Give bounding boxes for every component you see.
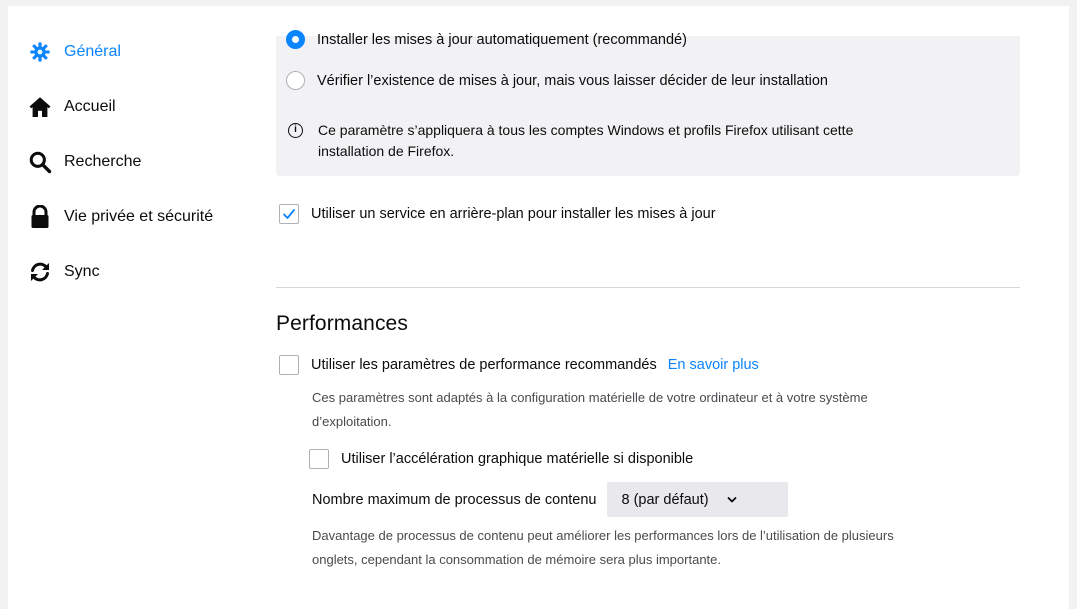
update-info-line1: Ce paramètre s’appliquera à tous les com… — [318, 122, 854, 138]
update-options-panel: Installer les mises à jour automatiqueme… — [276, 30, 1020, 176]
chevron-down-icon — [727, 496, 737, 504]
check-only-radio[interactable] — [286, 71, 305, 90]
hw-acceleration-label: Utiliser l’accélération graphique matéri… — [341, 451, 694, 467]
check-only-option[interactable]: Vérifier l’existence de mises à jour, ma… — [286, 71, 828, 90]
recommended-performance-description: Ces paramètres sont adaptés à la configu… — [312, 386, 1017, 434]
sidebar-item-label: Sync — [64, 263, 100, 280]
background-service-label: Utiliser un service en arrière-plan pour… — [311, 206, 716, 222]
sidebar-item-home[interactable]: Accueil — [28, 87, 258, 127]
sidebar-item-sync[interactable]: Sync — [28, 252, 258, 292]
background-service-checkbox[interactable] — [279, 204, 299, 224]
sync-icon — [28, 260, 52, 284]
recommended-desc-line1: Ces paramètres sont adaptés à la configu… — [312, 390, 868, 405]
sidebar-item-general[interactable]: Général — [28, 32, 258, 72]
sidebar-item-label: Accueil — [64, 98, 116, 115]
sidebar: Général Accueil Recherche Vie privée et … — [28, 32, 258, 307]
update-info-line2: installation de Firefox. — [318, 143, 455, 159]
auto-install-label: Installer les mises à jour automatiqueme… — [317, 31, 687, 48]
hw-acceleration-checkbox[interactable] — [309, 449, 329, 469]
recommended-performance-option[interactable]: Utiliser les paramètres de performance r… — [279, 355, 759, 375]
check-only-label: Vérifier l’existence de mises à jour, ma… — [317, 72, 828, 89]
checkmark-icon — [283, 209, 295, 219]
content-process-description: Davantage de processus de contenu peut a… — [312, 524, 1017, 572]
section-divider — [276, 287, 1020, 288]
search-icon — [28, 150, 52, 174]
recommended-performance-label: Utiliser les paramètres de performance r… — [311, 357, 657, 373]
update-info-text: Ce paramètre s’appliquera à tous les com… — [318, 120, 853, 162]
recommended-performance-checkbox[interactable] — [279, 355, 299, 375]
performance-section-title: Performances — [276, 312, 408, 335]
auto-install-option[interactable]: Installer les mises à jour automatiqueme… — [286, 30, 687, 49]
sidebar-item-label: Recherche — [64, 153, 142, 170]
sidebar-item-label: Vie privée et sécurité — [64, 208, 214, 225]
home-icon — [28, 95, 52, 119]
update-info-note: i Ce paramètre s’appliquera à tous les c… — [288, 120, 988, 162]
learn-more-link[interactable]: En savoir plus — [668, 357, 759, 373]
content-process-desc-line2: onglets, cependant la consommation de mé… — [312, 552, 721, 567]
sidebar-item-search[interactable]: Recherche — [28, 142, 258, 182]
content-process-setting: Nombre maximum de processus de contenu 8… — [312, 482, 788, 517]
auto-install-radio[interactable] — [286, 30, 305, 49]
content-process-select[interactable]: 8 (par défaut) — [606, 482, 788, 517]
content-process-value: 8 (par défaut) — [621, 491, 709, 508]
sidebar-item-label: Général — [64, 43, 121, 60]
recommended-desc-line2: d’exploitation. — [312, 414, 392, 429]
content-process-label: Nombre maximum de processus de contenu — [312, 491, 597, 508]
preferences-window: Général Accueil Recherche Vie privée et … — [0, 0, 1077, 609]
sidebar-item-privacy[interactable]: Vie privée et sécurité — [28, 197, 258, 237]
background-service-option[interactable]: Utiliser un service en arrière-plan pour… — [279, 204, 716, 224]
hw-acceleration-option[interactable]: Utiliser l’accélération graphique matéri… — [309, 449, 693, 469]
info-icon: i — [288, 123, 303, 138]
lock-icon — [28, 205, 52, 229]
content-process-desc-line1: Davantage de processus de contenu peut a… — [312, 528, 894, 543]
gear-icon — [28, 40, 52, 64]
